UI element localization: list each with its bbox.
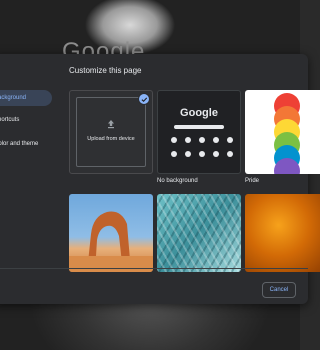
customize-dialog: Background Shortcuts Color and theme Cus…: [0, 54, 320, 304]
glass-facade-photo-tile[interactable]: [157, 194, 241, 272]
no-background-caption: No background: [157, 178, 198, 184]
upload-from-device-tile[interactable]: Upload from device: [69, 90, 153, 174]
shortcut-dot: [213, 151, 219, 157]
selected-check-icon: [138, 93, 150, 105]
pride-circles-image: [274, 93, 300, 174]
sidebar: Background Shortcuts Color and theme: [0, 54, 52, 304]
sidebar-item-color-and-theme[interactable]: Color and theme: [0, 136, 52, 152]
shortcut-dot: [171, 151, 177, 157]
upload-from-device-label: Upload from device: [87, 136, 135, 142]
shortcut-dot: [171, 137, 177, 143]
pride-collection-tile[interactable]: [245, 90, 320, 174]
footer-divider: [0, 268, 308, 269]
upload-icon: [108, 120, 114, 129]
page-title: Customize this page: [69, 66, 142, 75]
no-background-tile[interactable]: Google: [157, 90, 241, 174]
google-logo: Google: [180, 107, 218, 119]
shortcut-dot: [199, 151, 205, 157]
shortcut-dot: [199, 137, 205, 143]
shortcut-dot: [185, 137, 191, 143]
sidebar-item-shortcuts[interactable]: Shortcuts: [0, 112, 52, 128]
upload-tile-frame: [76, 97, 146, 167]
shortcut-dot: [227, 151, 233, 157]
orange-texture-photo-tile[interactable]: [245, 194, 320, 272]
search-bar-preview: [174, 125, 224, 129]
shortcut-dot: [185, 151, 191, 157]
cancel-button[interactable]: Cancel: [262, 282, 296, 298]
arch-photo-image: [69, 211, 153, 272]
pride-caption: Pride: [245, 178, 260, 184]
arch-photo-tile[interactable]: [69, 194, 153, 272]
shortcut-dot: [227, 137, 233, 143]
sidebar-item-background[interactable]: Background: [0, 90, 52, 106]
shortcut-dot: [213, 137, 219, 143]
